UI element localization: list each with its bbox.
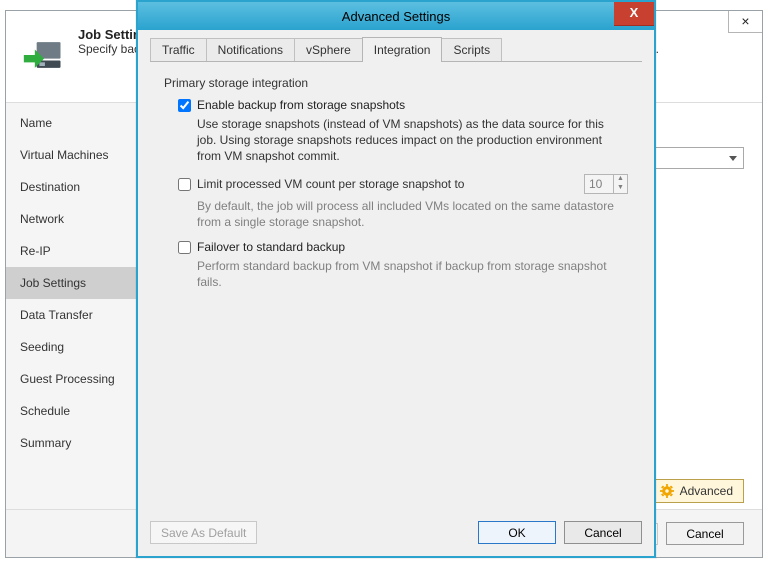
group-primary-storage: Primary storage integration bbox=[164, 76, 628, 90]
advanced-button-label: Advanced bbox=[680, 484, 733, 498]
cancel-button[interactable]: Cancel bbox=[564, 521, 642, 544]
limit-vm-option: Limit processed VM count per storage sna… bbox=[164, 174, 628, 194]
dialog-titlebar[interactable]: Advanced Settings X bbox=[138, 2, 654, 30]
enable-backup-option: Enable backup from storage snapshots bbox=[164, 98, 628, 112]
nav-item-job-settings[interactable]: Job Settings bbox=[6, 267, 155, 299]
nav-item-destination[interactable]: Destination bbox=[6, 171, 155, 203]
gear-icon bbox=[660, 484, 674, 498]
nav-item-network[interactable]: Network bbox=[6, 203, 155, 235]
save-as-default-button[interactable]: Save As Default bbox=[150, 521, 257, 544]
failover-option: Failover to standard backup bbox=[164, 240, 628, 254]
job-icon bbox=[22, 33, 66, 77]
tab-strip: Traffic Notifications vSphere Integratio… bbox=[150, 38, 642, 62]
ok-button[interactable]: OK bbox=[478, 521, 556, 544]
integration-tabpage: Primary storage integration Enable backu… bbox=[150, 62, 642, 290]
limit-vm-value: 10 bbox=[584, 174, 614, 194]
spinner-arrows[interactable]: ▲ ▼ bbox=[614, 174, 628, 194]
advanced-button[interactable]: Advanced bbox=[653, 479, 744, 503]
tab-integration[interactable]: Integration bbox=[362, 37, 443, 62]
tab-vsphere[interactable]: vSphere bbox=[294, 38, 363, 61]
failover-desc: Perform standard backup from VM snapshot… bbox=[164, 258, 628, 290]
advanced-settings-dialog: Advanced Settings X Traffic Notification… bbox=[136, 0, 656, 558]
nav-item-re-ip[interactable]: Re-IP bbox=[6, 235, 155, 267]
enable-backup-desc: Use storage snapshots (instead of VM sna… bbox=[164, 116, 628, 164]
nav-item-virtual-machines[interactable]: Virtual Machines bbox=[6, 139, 155, 171]
spinner-down-icon[interactable]: ▼ bbox=[614, 184, 627, 193]
tab-traffic[interactable]: Traffic bbox=[150, 38, 207, 61]
tab-notifications[interactable]: Notifications bbox=[206, 38, 295, 61]
limit-vm-desc: By default, the job will process all inc… bbox=[164, 198, 628, 230]
nav-item-data-transfer[interactable]: Data Transfer bbox=[6, 299, 155, 331]
wizard-cancel-button[interactable]: Cancel bbox=[666, 522, 744, 545]
nav-item-summary[interactable]: Summary bbox=[6, 427, 155, 459]
enable-backup-label: Enable backup from storage snapshots bbox=[197, 98, 405, 112]
enable-backup-checkbox[interactable] bbox=[178, 99, 191, 112]
spinner-up-icon[interactable]: ▲ bbox=[614, 175, 627, 184]
wizard-close-button[interactable]: × bbox=[728, 11, 762, 33]
nav-item-seeding[interactable]: Seeding bbox=[6, 331, 155, 363]
tab-scripts[interactable]: Scripts bbox=[441, 38, 502, 61]
limit-vm-spinner[interactable]: 10 ▲ ▼ bbox=[584, 174, 628, 194]
dialog-title: Advanced Settings bbox=[342, 9, 450, 24]
nav-item-guest-processing[interactable]: Guest Processing bbox=[6, 363, 155, 395]
nav-item-schedule[interactable]: Schedule bbox=[6, 395, 155, 427]
limit-vm-checkbox[interactable] bbox=[178, 178, 191, 191]
limit-vm-label: Limit processed VM count per storage sna… bbox=[197, 177, 576, 191]
failover-checkbox[interactable] bbox=[178, 241, 191, 254]
failover-label: Failover to standard backup bbox=[197, 240, 345, 254]
dialog-body: Traffic Notifications vSphere Integratio… bbox=[138, 30, 654, 556]
dialog-close-button[interactable]: X bbox=[614, 2, 654, 26]
nav-item-name[interactable]: Name bbox=[6, 107, 155, 139]
dialog-footer: Save As Default OK Cancel bbox=[150, 521, 642, 544]
wizard-nav: Name Virtual Machines Destination Networ… bbox=[6, 103, 156, 509]
